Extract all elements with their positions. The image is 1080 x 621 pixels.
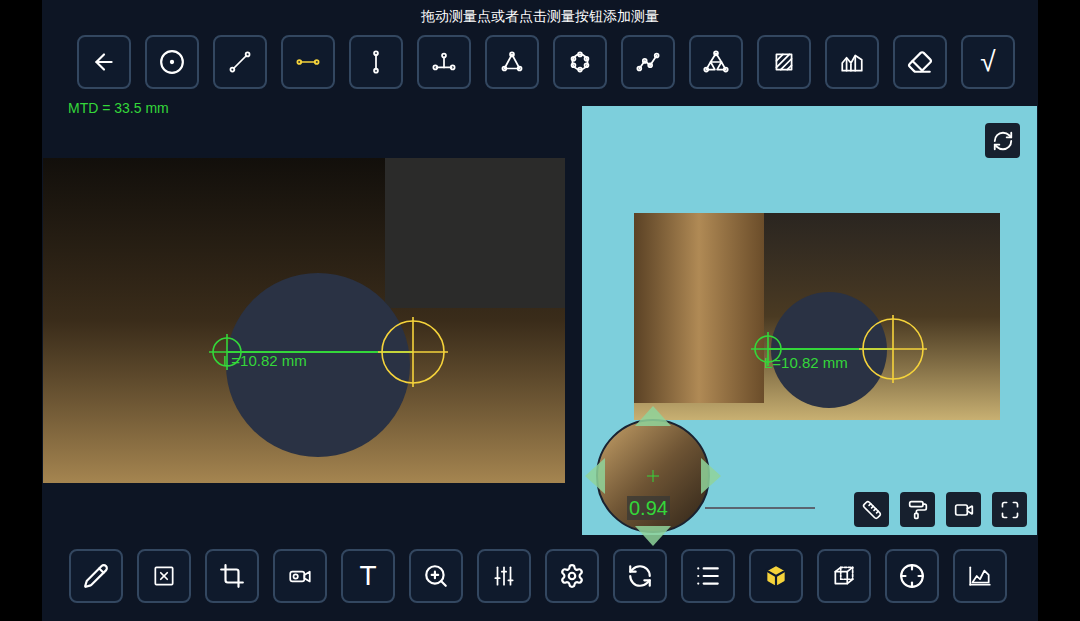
area-button[interactable] — [757, 35, 811, 89]
end-point-marker[interactable] — [378, 317, 448, 387]
paint-roller-icon — [908, 500, 928, 520]
settings-button[interactable] — [545, 549, 599, 603]
stacked-triangle-icon — [703, 49, 729, 75]
stacked-triangle-button[interactable] — [689, 35, 743, 89]
eraser-button[interactable] — [893, 35, 947, 89]
content: MTD = 33.5 mm L=10.82 mm L=10.82 mm — [42, 96, 1038, 535]
point-to-line-button[interactable] — [417, 35, 471, 89]
magnifier-value: 0.94 — [627, 496, 670, 520]
diagonal-line-icon — [227, 49, 253, 75]
refresh-button[interactable] — [985, 123, 1020, 158]
camera-image: L=10.82 mm — [43, 158, 565, 483]
locate-button[interactable] — [885, 549, 939, 603]
point-button[interactable] — [145, 35, 199, 89]
crop-button[interactable] — [205, 549, 259, 603]
main-screen: 拖动测量点或者点击测量按钮添加测量 √ MTD = 33.5 mm L=10.82 m… — [42, 0, 1038, 621]
solid-cube-icon — [763, 563, 789, 589]
bottom-toolbar: T — [42, 549, 1038, 603]
profile-button[interactable] — [825, 35, 879, 89]
diagonal-line-button[interactable] — [213, 35, 267, 89]
polygon-icon — [567, 49, 593, 75]
adjust-button[interactable] — [477, 549, 531, 603]
wire-cube-icon — [831, 563, 857, 589]
vertical-line-button[interactable] — [349, 35, 403, 89]
text-button[interactable]: T — [341, 549, 395, 603]
app: 拖动测量点或者点击测量按钮添加测量 √ MTD = 33.5 mm L=10.82 m… — [0, 0, 1080, 621]
measure-label: L=10.82 mm — [764, 354, 848, 372]
instruction-text: 拖动测量点或者点击测量按钮添加测量 — [42, 0, 1038, 33]
rotate-button[interactable] — [613, 549, 667, 603]
polyline-icon — [635, 49, 661, 75]
profile-icon — [839, 49, 865, 75]
triangle-icon — [499, 49, 525, 75]
mtd-text: MTD = 33.5 mm — [43, 96, 566, 116]
chart-button[interactable] — [953, 549, 1007, 603]
video-icon — [954, 500, 974, 520]
capture-button[interactable] — [273, 549, 327, 603]
triangle-button[interactable] — [485, 35, 539, 89]
horizontal-line-button[interactable] — [281, 35, 335, 89]
ruler-icon — [862, 500, 882, 520]
refresh-icon — [992, 130, 1014, 152]
ruler-button[interactable] — [854, 492, 889, 527]
crop-icon — [219, 563, 245, 589]
point-to-line-icon — [431, 49, 457, 75]
settings-icon — [559, 563, 585, 589]
point-cloud-view[interactable]: L=10.82 mm — [634, 213, 1000, 420]
left-column: MTD = 33.5 mm L=10.82 mm — [43, 96, 566, 535]
arrows-icon — [583, 404, 723, 548]
image-delete-icon — [151, 563, 177, 589]
vertical-line-icon — [363, 49, 389, 75]
wire-cube-button[interactable] — [817, 549, 871, 603]
solid-cube-button[interactable] — [749, 549, 803, 603]
pencil-button[interactable] — [69, 549, 123, 603]
fullscreen-icon — [1000, 500, 1020, 520]
paint-button[interactable] — [900, 492, 935, 527]
capture-icon — [287, 563, 313, 589]
polyline-button[interactable] — [621, 35, 675, 89]
magnifier[interactable]: 0.94 — [583, 404, 723, 548]
eraser-icon — [907, 49, 933, 75]
confirm-icon: √ — [980, 48, 995, 76]
back-button[interactable] — [77, 35, 131, 89]
top-toolbar: √ — [42, 33, 1038, 89]
rotate-icon — [627, 563, 653, 589]
adjust-icon — [491, 563, 517, 589]
text-icon: T — [359, 562, 376, 590]
point-icon — [159, 49, 185, 75]
zoom-button[interactable] — [409, 549, 463, 603]
list-button[interactable] — [681, 549, 735, 603]
zoom-icon — [423, 563, 449, 589]
record-button[interactable] — [946, 492, 981, 527]
horizontal-line-icon — [295, 49, 321, 75]
pencil-icon — [83, 563, 109, 589]
image-delete-button[interactable] — [137, 549, 191, 603]
area-icon — [771, 49, 797, 75]
measure-label: L=10.82 mm — [223, 352, 307, 370]
back-icon — [91, 49, 117, 75]
polygon-button[interactable] — [553, 35, 607, 89]
chart-icon — [967, 563, 993, 589]
zoom-track[interactable] — [705, 507, 815, 509]
fullscreen-button[interactable] — [992, 492, 1027, 527]
locate-icon — [899, 563, 925, 589]
list-icon — [695, 563, 721, 589]
end-point-marker[interactable] — [859, 315, 927, 383]
confirm-button[interactable]: √ — [961, 35, 1015, 89]
